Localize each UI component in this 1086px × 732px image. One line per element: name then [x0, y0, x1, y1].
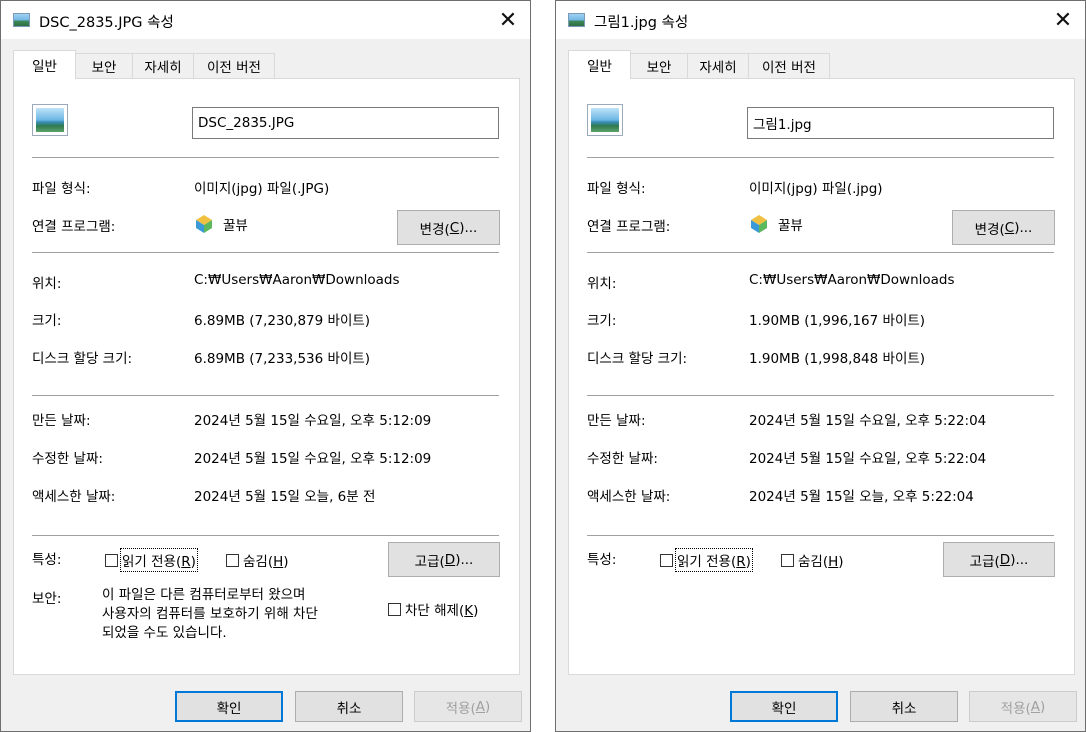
tab-previous-versions[interactable]: 이전 버전 — [193, 53, 275, 78]
attributes-label: 특성: — [32, 552, 62, 568]
accessed-value: 2024년 5월 15일 오늘, 오후 5:22:04 — [749, 489, 974, 505]
divider — [32, 535, 499, 536]
size-value: 6.89MB (7,230,879 바이트) — [194, 313, 371, 329]
location-value: C:₩Users₩Aaron₩Downloads — [194, 272, 400, 288]
ok-button[interactable]: 확인 — [730, 691, 838, 722]
honeyview-app-icon — [751, 215, 767, 233]
tab-previous-versions[interactable]: 이전 버전 — [748, 53, 830, 78]
properties-window-dsc2835: DSC_2835.JPG 속성 ✕ 일반 보안 자세히 이전 버전 파일 형식:… — [0, 0, 531, 732]
checkbox-box[interactable] — [781, 553, 794, 567]
modified-label: 수정한 날짜: — [587, 451, 658, 467]
created-label: 만든 날짜: — [32, 413, 91, 429]
accessed-value: 2024년 5월 15일 오늘, 6분 전 — [194, 489, 376, 505]
checkbox-box[interactable] — [660, 553, 673, 567]
close-button[interactable]: ✕ — [1041, 1, 1085, 39]
divider — [587, 157, 1054, 158]
divider — [32, 157, 499, 158]
change-button[interactable]: 변경(C)... — [952, 210, 1055, 245]
opens-with-label: 연결 프로그램: — [587, 219, 671, 235]
title-bar[interactable]: DSC_2835.JPG 속성 ✕ — [1, 1, 530, 39]
opens-with-label: 연결 프로그램: — [32, 219, 116, 235]
size-on-disk-label: 디스크 할당 크기: — [32, 351, 133, 367]
divider — [32, 395, 499, 396]
advanced-button[interactable]: 고급(D)... — [943, 542, 1055, 577]
checkbox-box[interactable] — [226, 553, 239, 567]
opens-with-value: 꿀뷰 — [778, 218, 803, 234]
modified-value: 2024년 5월 15일 수요일, 오후 5:12:09 — [194, 451, 432, 467]
security-message: 이 파일은 다른 컴퓨터로부터 왔으며 사용자의 컴퓨터를 보호하기 위해 차단… — [102, 587, 318, 641]
accessed-label: 액세스한 날짜: — [32, 489, 116, 505]
accessed-label: 액세스한 날짜: — [587, 489, 671, 505]
window-title: 그림1.jpg 속성 — [594, 15, 689, 31]
ok-button[interactable]: 확인 — [175, 691, 283, 722]
modified-label: 수정한 날짜: — [32, 451, 103, 467]
unblock-checkbox[interactable]: 차단 해제(K) — [388, 599, 478, 619]
divider — [587, 395, 1054, 396]
checkbox-box[interactable] — [105, 553, 118, 567]
hidden-checkbox[interactable]: 숨김(H) — [226, 550, 289, 570]
readonly-checkbox[interactable]: 읽기 전용(R) — [105, 548, 198, 572]
readonly-checkbox[interactable]: 읽기 전용(R) — [660, 548, 753, 572]
file-type-label: 파일 형식: — [32, 181, 91, 197]
size-on-disk-value: 6.89MB (7,233,536 바이트) — [194, 351, 371, 367]
checkbox-box[interactable] — [388, 602, 401, 616]
image-file-icon — [568, 13, 585, 27]
tab-general[interactable]: 일반 — [13, 50, 76, 79]
image-file-icon — [587, 104, 623, 136]
location-label: 위치: — [32, 276, 62, 292]
divider — [32, 252, 499, 253]
security-label: 보안: — [32, 591, 62, 607]
tab-general[interactable]: 일반 — [568, 50, 631, 79]
change-button[interactable]: 변경(C)... — [397, 210, 500, 245]
location-label: 위치: — [587, 276, 617, 292]
apply-button[interactable]: 적용(A) — [414, 691, 522, 722]
modified-value: 2024년 5월 15일 수요일, 오후 5:22:04 — [749, 451, 987, 467]
attributes-label: 특성: — [587, 552, 617, 568]
size-label: 크기: — [587, 313, 617, 329]
tab-security[interactable]: 보안 — [630, 53, 688, 78]
filename-input[interactable] — [747, 107, 1054, 139]
divider — [587, 535, 1054, 536]
close-icon: ✕ — [498, 7, 518, 33]
file-type-value: 이미지(jpg) 파일(.jpg) — [749, 181, 883, 197]
image-file-icon — [13, 13, 30, 27]
created-value: 2024년 5월 15일 수요일, 오후 5:12:09 — [194, 413, 432, 429]
divider — [587, 252, 1054, 253]
filename-input[interactable] — [192, 107, 499, 139]
image-file-icon — [32, 104, 68, 136]
title-bar[interactable]: 그림1.jpg 속성 ✕ — [556, 1, 1085, 39]
size-on-disk-value: 1.90MB (1,998,848 바이트) — [749, 351, 926, 367]
size-label: 크기: — [32, 313, 62, 329]
created-label: 만든 날짜: — [587, 413, 646, 429]
general-panel: 파일 형식: 이미지(jpg) 파일(.jpg) 연결 프로그램: 꿀뷰 변경(… — [568, 78, 1075, 675]
location-value: C:₩Users₩Aaron₩Downloads — [749, 272, 955, 288]
apply-button[interactable]: 적용(A) — [969, 691, 1077, 722]
opens-with-value: 꿀뷰 — [223, 218, 248, 234]
size-on-disk-label: 디스크 할당 크기: — [587, 351, 688, 367]
cancel-button[interactable]: 취소 — [295, 691, 403, 722]
close-icon: ✕ — [1053, 7, 1073, 33]
close-button[interactable]: ✕ — [486, 1, 530, 39]
tab-details[interactable]: 자세히 — [132, 53, 194, 78]
file-type-label: 파일 형식: — [587, 181, 646, 197]
cancel-button[interactable]: 취소 — [850, 691, 958, 722]
size-value: 1.90MB (1,996,167 바이트) — [749, 313, 926, 329]
created-value: 2024년 5월 15일 수요일, 오후 5:22:04 — [749, 413, 987, 429]
properties-window-image1: 그림1.jpg 속성 ✕ 일반 보안 자세히 이전 버전 파일 형식: 이미지(… — [555, 0, 1086, 732]
tab-details[interactable]: 자세히 — [687, 53, 749, 78]
advanced-button[interactable]: 고급(D)... — [388, 542, 500, 577]
tab-security[interactable]: 보안 — [75, 53, 133, 78]
general-panel: 파일 형식: 이미지(jpg) 파일(.JPG) 연결 프로그램: 꿀뷰 변경(… — [13, 78, 520, 675]
hidden-checkbox[interactable]: 숨김(H) — [781, 550, 844, 570]
window-title: DSC_2835.JPG 속성 — [39, 15, 174, 31]
honeyview-app-icon — [196, 215, 212, 233]
file-type-value: 이미지(jpg) 파일(.JPG) — [194, 181, 330, 197]
